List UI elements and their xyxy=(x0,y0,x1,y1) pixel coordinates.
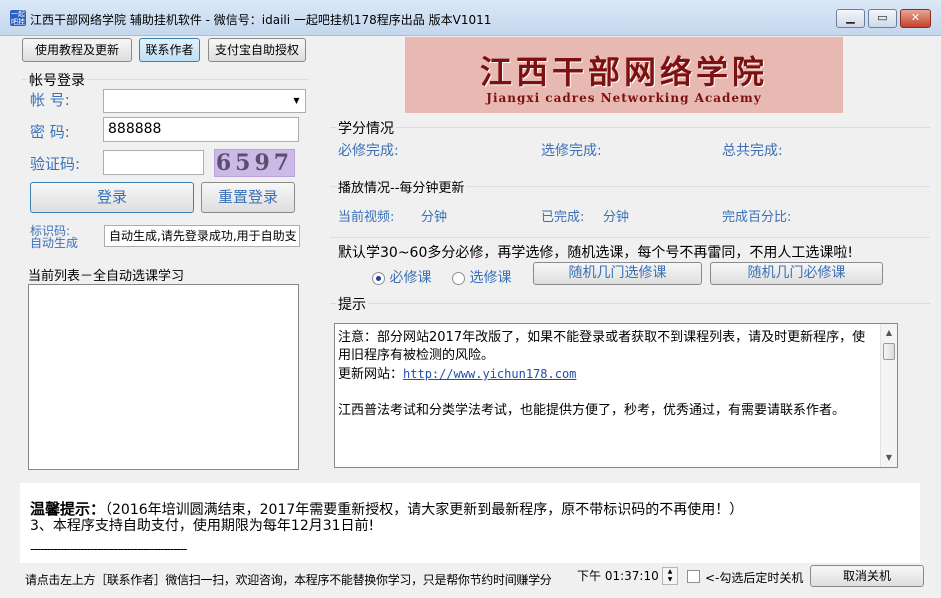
banner-title-en: Jiangxi cadres Networking Academy xyxy=(486,91,762,105)
shutdown-checkbox[interactable] xyxy=(687,570,700,583)
tips-update-line: 更新网站：http://www.yichun178.com xyxy=(338,365,878,384)
captcha-input[interactable] xyxy=(103,150,204,175)
captcha-image[interactable]: 6597 xyxy=(214,149,295,177)
update-site-label: 更新网站： xyxy=(338,367,404,382)
radio-required-label: 必修课 xyxy=(389,270,432,286)
scroll-up-icon[interactable]: ▲ xyxy=(881,325,897,341)
radio-elective[interactable] xyxy=(452,271,465,285)
tips-group-border xyxy=(330,303,930,304)
elective-complete-label: 选修完成: xyxy=(541,143,602,159)
maximize-icon[interactable]: ▭ xyxy=(868,9,897,28)
radio-elective-label: 选修课 xyxy=(469,270,512,286)
selection-notice: 默认学30~60多分必修，再学选修，随机选课，每个号不再雷同，不用人工选课啦! xyxy=(338,245,853,261)
contact-author-button[interactable]: 联系作者 xyxy=(139,38,200,62)
course-list-title: 当前列表－全自动选课学习 xyxy=(28,269,185,284)
current-video-label: 当前视频: xyxy=(338,210,395,225)
account-label: 帐 号: xyxy=(30,91,70,109)
password-label: 密 码: xyxy=(30,123,70,141)
completed-label: 已完成: xyxy=(541,210,585,225)
id-code-label: 标识码: 自动生成 xyxy=(30,225,78,249)
tips-exam-text: 江西普法考试和分类学法考试，也能提供方便了，秒考，优秀通过，有需要请联系作者。 xyxy=(338,403,846,418)
random-required-button[interactable]: 随机几门必修课 xyxy=(710,262,883,285)
payment-note: 3、本程序支持自助支付，使用期限为每年12月31日前! xyxy=(30,518,375,534)
completed-unit: 分钟 xyxy=(603,210,630,225)
login-button[interactable]: 登录 xyxy=(30,182,194,213)
total-complete-label: 总共完成: xyxy=(722,143,783,159)
percent-complete-label: 完成百分比: xyxy=(722,210,792,225)
password-input[interactable]: 888888 xyxy=(103,117,299,142)
status-message: 请点击左上方［联系作者］微信扫一扫，欢迎咨询，本程序不能替换你学习，只是帮你节约… xyxy=(25,573,552,587)
selection-group-border xyxy=(330,237,930,238)
app-icon: 一起吧挂机 xyxy=(10,10,26,26)
required-complete-label: 必修完成: xyxy=(338,143,399,159)
tips-group-title: 提示 xyxy=(336,294,368,314)
update-site-link[interactable]: http://www.yichun178.com xyxy=(403,367,576,381)
notice-divider: ----------------------------------------… xyxy=(30,542,188,556)
shutdown-checkbox-label: <-勾选后定时关机 xyxy=(705,571,804,585)
radio-elective-option[interactable]: 选修课 xyxy=(452,267,511,287)
reset-login-button[interactable]: 重置登录 xyxy=(201,182,295,213)
time-spin-icon[interactable]: ▲ ▼ xyxy=(662,567,678,585)
chevron-down-icon[interactable]: ▼ xyxy=(288,90,305,112)
login-group-title: 帐号登录 xyxy=(27,70,87,90)
close-icon[interactable]: ✕ xyxy=(900,9,931,28)
notice-panel: 温馨提示：（2016年培训圆满结束，2017年需要重新授权，请大家更新到最新程序… xyxy=(20,483,920,563)
id-code-field[interactable]: 自动生成,请先登录成功,用于自助支 xyxy=(104,225,300,247)
cancel-shutdown-button[interactable]: 取消关机 xyxy=(810,565,924,587)
tips-scrollbar[interactable]: ▲ ▼ xyxy=(880,324,897,467)
radio-required[interactable] xyxy=(372,271,385,285)
scroll-thumb[interactable] xyxy=(883,343,895,360)
window-title: 江西干部网络学院 辅助挂机软件 - 微信号：idaili 一起吧挂机178程序出… xyxy=(30,13,492,27)
tips-notice-text: 注意：部分网站2017年改版了，如果不能登录或者获取不到课程列表，请及时更新程序… xyxy=(338,330,866,363)
id-code-label-line2: 自动生成 xyxy=(30,236,79,250)
banner-title-cn: 江西干部网络学院 xyxy=(479,53,768,91)
tips-blank-line xyxy=(338,384,878,402)
credits-group-title: 学分情况 xyxy=(336,118,396,138)
random-elective-button[interactable]: 随机几门选修课 xyxy=(533,262,702,285)
minimize-icon[interactable]: ▁ xyxy=(836,9,865,28)
captcha-label: 验证码: xyxy=(30,155,81,173)
account-input[interactable] xyxy=(103,89,306,113)
alipay-authorize-button[interactable]: 支付宝自助授权 xyxy=(208,38,306,62)
radio-required-option[interactable]: 必修课 xyxy=(372,267,431,287)
tips-content: 注意：部分网站2017年改版了，如果不能登录或者获取不到课程列表，请及时更新程序… xyxy=(338,329,878,420)
banner-logo: 江西干部网络学院 Jiangxi cadres Networking Acade… xyxy=(405,37,843,113)
course-list[interactable] xyxy=(28,284,299,470)
credits-group-border xyxy=(330,127,930,128)
scroll-down-icon[interactable]: ▼ xyxy=(881,450,897,466)
playback-group-title: 播放情况--每分钟更新 xyxy=(336,177,467,196)
tutorial-button[interactable]: 使用教程及更新 xyxy=(22,38,132,62)
current-video-unit: 分钟 xyxy=(421,210,448,225)
tips-textarea[interactable]: 注意：部分网站2017年改版了，如果不能登录或者获取不到课程列表，请及时更新程序… xyxy=(334,323,898,468)
